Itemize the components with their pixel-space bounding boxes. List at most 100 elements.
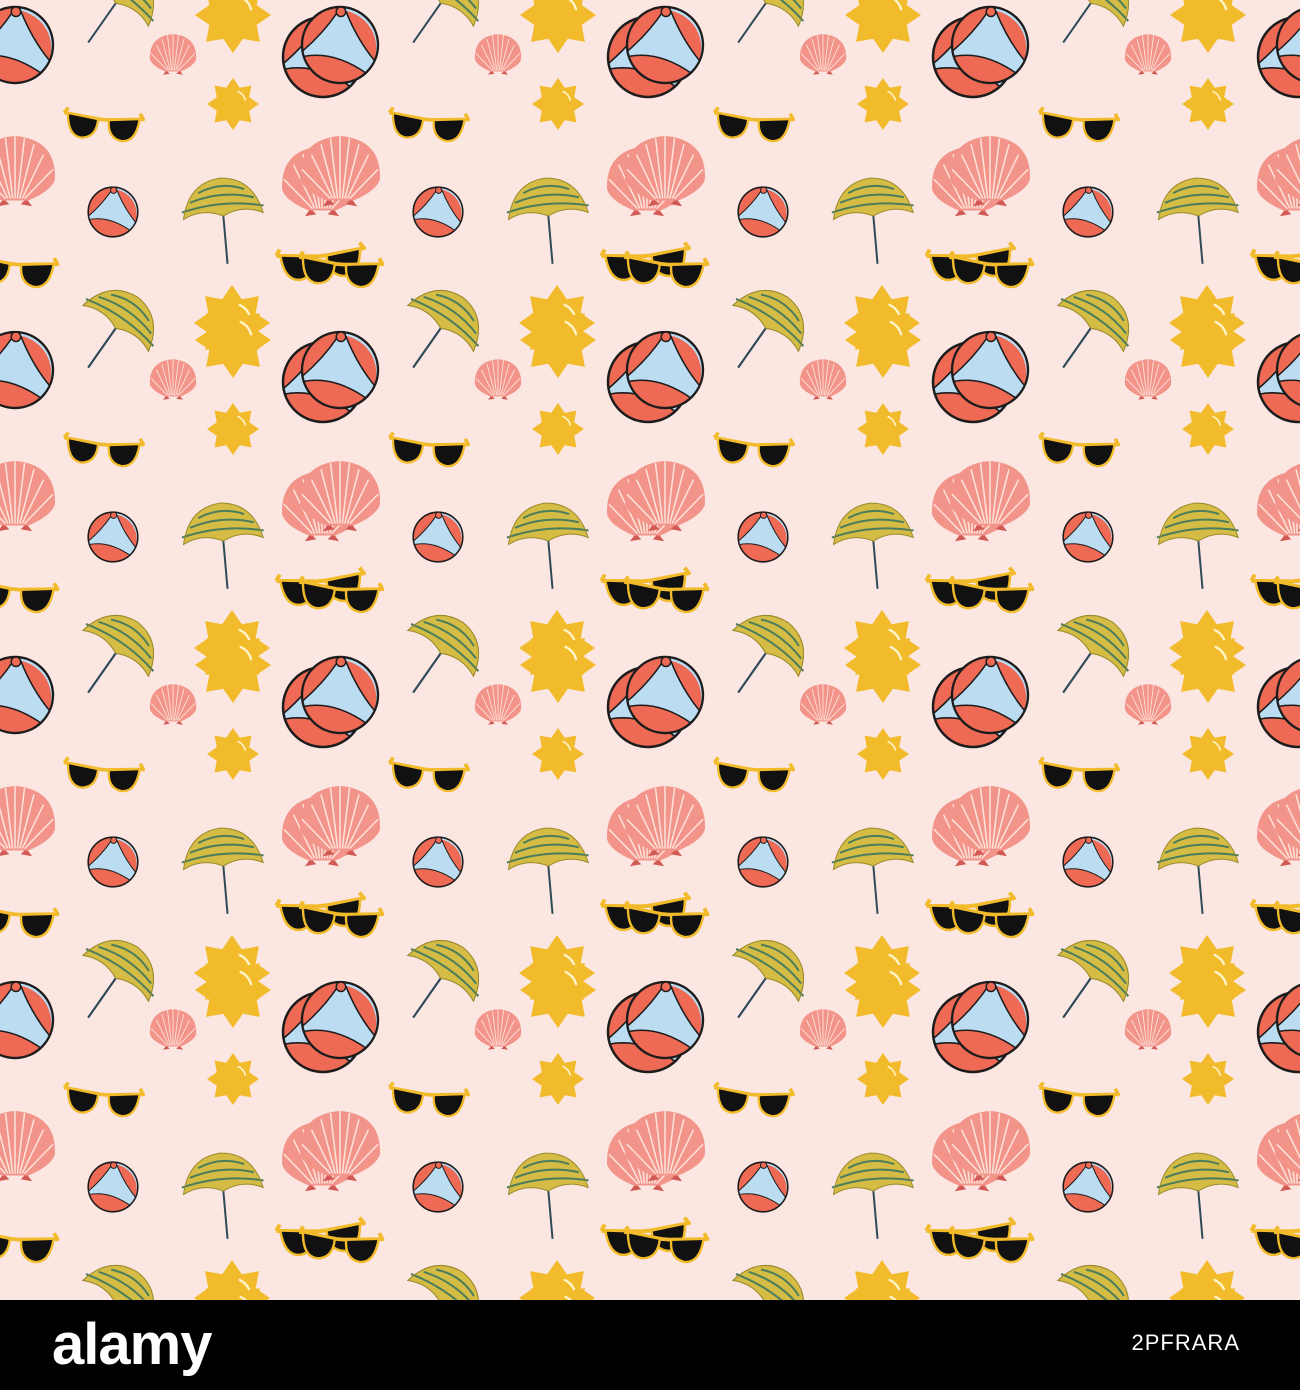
seashell-icon	[474, 1009, 522, 1050]
seashell-icon	[799, 359, 847, 400]
beach-umbrella-icon	[181, 502, 264, 589]
sun-icon	[1170, 627, 1246, 703]
beach-umbrella-icon	[1156, 1152, 1239, 1239]
beach-ball-icon	[0, 980, 55, 1060]
beach-ball-icon	[1062, 186, 1114, 238]
beach-umbrella-icon	[731, 1265, 805, 1300]
sun-icon	[195, 952, 271, 1028]
sunglasses-icon	[387, 756, 471, 793]
seashell-icon	[799, 684, 847, 725]
sun-icon	[857, 78, 909, 130]
seashell-icon	[0, 785, 55, 857]
sun-icon	[857, 728, 909, 780]
seashell-icon	[1124, 1009, 1172, 1050]
beach-ball-icon	[0, 5, 55, 85]
sunglasses-icon	[0, 250, 60, 289]
beach-umbrella-icon	[831, 1152, 914, 1239]
watermark-footer: alamy 2PFRARA	[0, 1300, 1300, 1390]
beach-umbrella-icon	[181, 1152, 264, 1239]
sunglasses-icon	[712, 431, 796, 468]
sunglasses-icon	[0, 1225, 60, 1264]
sun-icon	[532, 728, 584, 780]
beach-umbrella-icon	[81, 1265, 155, 1300]
beach-umbrella-icon	[1056, 1265, 1130, 1300]
beach-umbrella-icon	[406, 1265, 480, 1300]
sun-icon	[195, 302, 271, 378]
sun-icon	[1182, 1053, 1234, 1105]
beach-umbrella-icon	[831, 502, 914, 589]
beach-ball-icon	[625, 980, 705, 1060]
beach-ball-icon	[950, 5, 1030, 85]
sunglasses-icon	[62, 756, 146, 793]
sunglasses-icon	[62, 1081, 146, 1118]
sun-icon	[194, 0, 272, 54]
beach-pattern	[0, 0, 1300, 1300]
sun-icon	[532, 78, 584, 130]
sun-icon	[520, 952, 596, 1028]
beach-umbrella-icon	[506, 827, 589, 914]
sun-icon	[1170, 952, 1246, 1028]
beach-umbrella-icon	[1156, 177, 1239, 264]
beach-ball-icon	[737, 511, 789, 563]
beach-ball-icon	[0, 655, 55, 735]
beach-ball-icon	[300, 5, 380, 85]
sun-icon	[207, 403, 259, 455]
sun-icon	[520, 302, 596, 378]
seashell-icon	[474, 684, 522, 725]
sun-icon	[207, 1053, 259, 1105]
seashell-icon	[149, 684, 197, 725]
beach-ball-icon	[412, 1161, 464, 1213]
beach-umbrella-icon	[1156, 827, 1239, 914]
sunglasses-icon	[712, 106, 796, 143]
sunglasses-icon	[0, 575, 60, 614]
sunglasses-icon	[62, 431, 146, 468]
sun-icon	[1182, 728, 1234, 780]
sun-icon	[1169, 0, 1247, 54]
beach-umbrella-icon	[506, 177, 589, 264]
sun-icon	[845, 952, 921, 1028]
beach-ball-icon	[950, 980, 1030, 1060]
sunglasses-icon	[387, 106, 471, 143]
sunglasses-icon	[1037, 1081, 1121, 1118]
seashell-icon	[0, 135, 55, 207]
sunglasses-icon	[0, 900, 60, 939]
beach-umbrella-icon	[831, 177, 914, 264]
sun-icon	[207, 728, 259, 780]
sun-icon	[1170, 302, 1246, 378]
seashell-icon	[1124, 684, 1172, 725]
beach-ball-icon	[737, 1161, 789, 1213]
beach-ball-icon	[737, 186, 789, 238]
beach-umbrella-icon	[506, 1152, 589, 1239]
sun-icon	[195, 627, 271, 703]
image-id: 2PFRARA	[1131, 1330, 1240, 1355]
sun-icon	[532, 403, 584, 455]
beach-ball-icon	[300, 980, 380, 1060]
sunglasses-icon	[387, 431, 471, 468]
beach-ball-icon	[0, 330, 55, 410]
sun-icon	[1182, 403, 1234, 455]
beach-ball-icon	[87, 1161, 139, 1213]
sunglasses-icon	[1037, 106, 1121, 143]
beach-ball-icon	[625, 655, 705, 735]
sun-icon	[857, 403, 909, 455]
beach-ball-icon	[625, 5, 705, 85]
seashell-icon	[474, 359, 522, 400]
sun-icon	[845, 302, 921, 378]
beach-ball-icon	[1062, 511, 1114, 563]
sun-icon	[532, 1053, 584, 1105]
beach-ball-icon	[950, 330, 1030, 410]
sunglasses-icon	[387, 1081, 471, 1118]
sun-icon	[207, 78, 259, 130]
beach-ball-icon	[1062, 1161, 1114, 1213]
beach-umbrella-icon	[181, 827, 264, 914]
beach-ball-icon	[412, 186, 464, 238]
beach-umbrella-icon	[1156, 502, 1239, 589]
seashell-icon	[0, 460, 55, 532]
sun-icon	[520, 627, 596, 703]
seashell-icon	[149, 359, 197, 400]
sun-icon	[857, 1053, 909, 1105]
beach-ball-icon	[87, 836, 139, 888]
beach-ball-icon	[300, 330, 380, 410]
seashell-icon	[799, 1009, 847, 1050]
beach-ball-icon	[1062, 836, 1114, 888]
